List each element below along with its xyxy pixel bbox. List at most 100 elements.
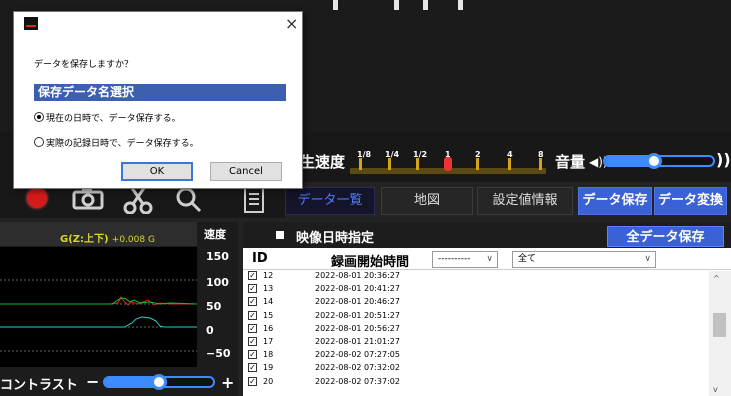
speed-knob[interactable] — [444, 157, 452, 171]
row-start-time: 2022-08-02 07:32:02 — [315, 363, 400, 373]
table-row[interactable]: ✓ 20 2022-08-02 07:37:02 — [243, 376, 709, 389]
row-id: 16 — [263, 323, 274, 333]
row-checkbox[interactable]: ✓ — [248, 376, 257, 386]
row-start-time: 2022-08-01 20:36:27 — [315, 271, 400, 280]
row-checkbox[interactable]: ✓ — [248, 271, 257, 280]
row-start-time: 2022-08-01 20:51:27 — [315, 310, 400, 320]
row-start-time: 2022-08-01 20:41:27 — [315, 284, 400, 294]
row-id: 17 — [263, 337, 274, 346]
filter-select-2[interactable]: 全て ∨ — [512, 251, 656, 268]
data-save-button[interactable]: データ保存 — [578, 187, 652, 215]
dialog-section-title: 保存データ名選択 — [34, 84, 286, 101]
row-id: 15 — [263, 310, 274, 320]
green-series-line — [0, 297, 198, 305]
table-row[interactable]: ✓ 19 2022-08-02 07:32:02 — [243, 363, 709, 375]
close-icon[interactable]: × — [285, 14, 298, 33]
tab-settings-info[interactable]: 設定値情報 — [477, 187, 573, 215]
scissors-icon[interactable] — [120, 186, 156, 215]
scroll-down-icon[interactable]: v — [713, 385, 718, 394]
graph-title: G(Z:上下) +0.008 G — [60, 230, 155, 245]
save-dialog: × データを保存しますか？ 保存データ名選択 現在の日時で、データ保存する。 実… — [13, 11, 303, 189]
document-icon[interactable] — [236, 186, 272, 214]
row-checkbox[interactable]: ✓ — [248, 350, 257, 360]
filter-select-1-value: ---------- — [438, 254, 471, 264]
table-row[interactable]: ✓ 14 2022-08-01 20:46:27 — [243, 297, 709, 309]
video-marker — [333, 0, 338, 10]
save-all-button[interactable]: 全データ保存 — [607, 226, 724, 247]
contrast-knob[interactable] — [151, 374, 167, 390]
cancel-button[interactable]: Cancel — [210, 162, 282, 181]
row-id: 18 — [263, 350, 274, 360]
search-icon[interactable] — [172, 186, 208, 214]
speed-tick — [476, 158, 479, 170]
cyan-series-line — [0, 316, 197, 328]
row-id: 13 — [263, 284, 274, 294]
row-start-time: 2022-08-01 20:46:27 — [315, 297, 400, 307]
table-row[interactable]: ✓ 17 2022-08-01 21:01:27 — [243, 337, 709, 349]
speed-axis-tick: 0 — [206, 324, 214, 337]
row-checkbox[interactable]: ✓ — [248, 297, 257, 307]
contrast-plus-button[interactable]: + — [221, 373, 234, 392]
radio-current-datetime[interactable]: 現在の日時で、データ保存する。 — [34, 111, 181, 124]
table-row[interactable]: ✓ 12 2022-08-01 20:36:27 — [243, 271, 709, 283]
contrast-label: コントラスト — [0, 378, 78, 393]
app-logo-icon — [24, 17, 38, 30]
ok-button[interactable]: OK — [121, 162, 193, 181]
volume-knob[interactable] — [645, 153, 662, 169]
chevron-down-icon: ∨ — [486, 254, 493, 264]
tab-map[interactable]: 地図 — [381, 187, 473, 215]
speed-axis-tick: 150 — [206, 250, 229, 263]
date-spec-label: 映像日時指定 — [296, 231, 375, 246]
chevron-down-icon: ∨ — [644, 254, 651, 264]
data-convert-button[interactable]: データ変換 — [654, 187, 727, 215]
table-row[interactable]: ✓ 15 2022-08-01 20:51:27 — [243, 310, 709, 323]
row-start-time: 2022-08-02 07:37:02 — [315, 376, 400, 386]
speed-tick — [359, 158, 362, 170]
speed-axis-tick: 100 — [206, 276, 229, 289]
row-checkbox[interactable]: ✓ — [248, 363, 257, 373]
row-id: 14 — [263, 297, 274, 307]
speed-axis-tick: −50 — [206, 347, 231, 360]
camera-icon[interactable] — [70, 186, 106, 214]
speed-tick — [388, 158, 391, 170]
speed-axis-title: 速度 — [204, 228, 226, 241]
radio-button[interactable] — [34, 137, 44, 147]
contrast-minus-button[interactable]: − — [86, 372, 99, 391]
speed-scale[interactable]: 1/8 1/4 1/2 1 2 4 8 — [350, 150, 546, 174]
data-rows: ✓ 12 2022-08-01 20:36:27 ✓ 13 2022-08-01 20:4… — [243, 271, 709, 396]
graph-title-label: G(Z:上下) — [60, 234, 109, 245]
scroll-up-icon[interactable]: ^ — [713, 274, 720, 283]
contrast-slider[interactable] — [103, 374, 215, 390]
video-marker — [394, 0, 399, 10]
filter-select-2-value: 全て — [518, 254, 537, 264]
table-row[interactable]: ✓ 18 2022-08-02 07:27:05 — [243, 350, 709, 362]
volume-slider[interactable] — [603, 153, 715, 169]
speed-axis-tick: 50 — [206, 300, 222, 313]
graph-plot — [0, 247, 198, 367]
row-start-time: 2022-08-02 07:27:05 — [315, 350, 400, 360]
radio-record-datetime[interactable]: 実際の記録日時で、データ保存する。 — [34, 136, 199, 149]
row-checkbox[interactable]: ✓ — [248, 284, 257, 294]
row-start-time: 2022-08-01 21:01:27 — [315, 337, 400, 346]
tab-data-list[interactable]: データ一覧 — [285, 187, 375, 215]
speed-tick — [416, 158, 419, 170]
row-id: 12 — [263, 271, 274, 280]
row-id: 19 — [263, 363, 274, 373]
radio-label: 現在の日時で、データ保存する。 — [46, 114, 181, 124]
scrollbar-thumb[interactable] — [713, 313, 726, 337]
radio-button-selected[interactable] — [34, 112, 44, 122]
speed-label: 生速度 — [300, 153, 346, 171]
square-bullet-icon — [276, 231, 284, 239]
table-row[interactable]: ✓ 13 2022-08-01 20:41:27 — [243, 284, 709, 296]
video-marker — [423, 0, 428, 10]
row-checkbox[interactable]: ✓ — [248, 323, 257, 333]
row-checkbox[interactable]: ✓ — [248, 310, 257, 320]
table-row[interactable]: ✓ 16 2022-08-01 20:56:27 — [243, 323, 709, 336]
row-checkbox[interactable]: ✓ — [248, 337, 257, 346]
column-start-time: 録画開始時間 — [331, 255, 410, 270]
row-start-time: 2022-08-01 20:56:27 — [315, 323, 400, 333]
filter-select-1[interactable]: ---------- ∨ — [432, 251, 498, 268]
radio-label: 実際の記録日時で、データ保存する。 — [46, 139, 199, 149]
volume-label: 音量 — [555, 153, 586, 171]
record-icon[interactable] — [27, 188, 47, 208]
